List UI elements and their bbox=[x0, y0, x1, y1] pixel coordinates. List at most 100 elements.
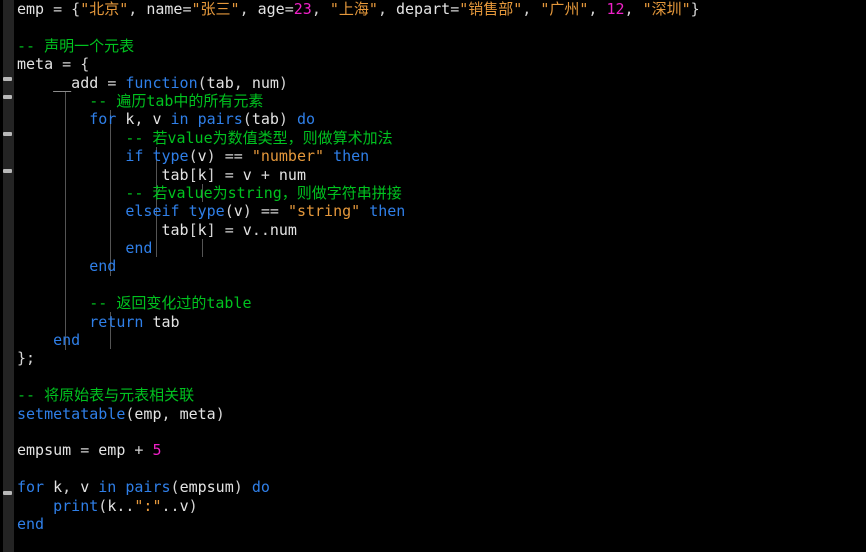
code-line-1[interactable]: emp = {"北京", name="张三", age=23, "上海", de… bbox=[14, 0, 700, 18]
token-str: "北京" bbox=[80, 0, 129, 18]
code-line-6[interactable]: -- 遍历tab中的所有元素 bbox=[14, 92, 700, 110]
code-line-16[interactable] bbox=[14, 276, 700, 294]
token-fn: pairs bbox=[197, 110, 243, 129]
token-plain: empsum bbox=[179, 478, 234, 497]
code-editor[interactable]: emp = {"北京", name="张三", age=23, "上海", de… bbox=[0, 0, 866, 552]
token-str: "销售部" bbox=[459, 0, 523, 18]
token-plain: k bbox=[197, 165, 207, 184]
token-fn: type bbox=[188, 202, 225, 221]
token-plain: depart bbox=[396, 0, 451, 18]
token-plain: v bbox=[152, 110, 171, 129]
fold-marker-for-pairs[interactable] bbox=[3, 132, 12, 136]
code-line-29[interactable]: end bbox=[14, 515, 700, 533]
token-punc: = bbox=[107, 73, 126, 92]
token-com: -- 声明一个元表 bbox=[17, 36, 135, 55]
token-punc: ] = bbox=[206, 165, 243, 184]
token-punc: ( bbox=[197, 73, 207, 92]
token-punc: .. bbox=[161, 496, 180, 515]
code-line-5[interactable]: __add = function(tab, num) bbox=[14, 74, 700, 92]
token-kw: do bbox=[296, 110, 316, 129]
fold-marker-if-type[interactable] bbox=[3, 169, 12, 173]
token-punc: .. bbox=[116, 496, 135, 515]
token-kw: end bbox=[125, 239, 153, 258]
token-plain: num bbox=[269, 220, 297, 239]
code-line-4[interactable]: meta = { bbox=[14, 55, 700, 73]
code-line-12[interactable]: elseif type(v) == "string" then bbox=[14, 202, 700, 220]
token-plain: v bbox=[233, 202, 243, 221]
token-kw: return bbox=[89, 312, 144, 331]
token-punc: ) == bbox=[242, 202, 288, 221]
code-line-13[interactable]: tab[k] = v..num bbox=[14, 221, 700, 239]
token-punc: = bbox=[80, 441, 99, 460]
token-punc: [ bbox=[188, 165, 198, 184]
code-line-25[interactable]: empsum = emp + 5 bbox=[14, 441, 700, 459]
token-punc: ) bbox=[278, 73, 288, 92]
token-com: -- 返回变化过的table bbox=[17, 294, 252, 313]
token-punc: , bbox=[522, 0, 541, 18]
code-line-26[interactable] bbox=[14, 460, 700, 478]
token-plain: tab bbox=[17, 165, 189, 184]
token-plain: v bbox=[242, 220, 252, 239]
token-kw: for bbox=[89, 110, 117, 129]
token-str: "深圳" bbox=[642, 0, 691, 18]
token-kw: elseif bbox=[125, 202, 180, 221]
code-line-3[interactable]: -- 声明一个元表 bbox=[14, 37, 700, 55]
token-punc: ) == bbox=[206, 147, 252, 166]
code-surface[interactable]: emp = {"北京", name="张三", age=23, "上海", de… bbox=[14, 0, 866, 552]
token-punc: ( bbox=[188, 147, 198, 166]
code-line-28[interactable]: print(k..":"..v) bbox=[14, 497, 700, 515]
token-punc: , bbox=[624, 0, 643, 18]
token-plain: tab bbox=[17, 220, 189, 239]
code-line-21[interactable] bbox=[14, 368, 700, 386]
code-line-27[interactable]: for k, v in pairs(empsum) do bbox=[14, 478, 700, 496]
code-line-9[interactable]: if type(v) == "number" then bbox=[14, 147, 700, 165]
token-com: -- 若value为数值类型，则做算术加法 bbox=[17, 128, 393, 147]
token-plain: v bbox=[242, 165, 261, 184]
token-kw: for bbox=[17, 478, 45, 497]
token-punc: ( bbox=[98, 496, 108, 515]
token-plain: tab bbox=[143, 312, 180, 331]
token-plain: num bbox=[251, 73, 279, 92]
token-punc: , bbox=[134, 110, 153, 129]
code-line-2[interactable] bbox=[14, 18, 700, 36]
code-content[interactable]: emp = {"北京", name="张三", age=23, "上海", de… bbox=[14, 0, 700, 533]
code-line-18[interactable]: return tab bbox=[14, 313, 700, 331]
token-kw: function bbox=[125, 73, 198, 92]
code-line-11[interactable]: -- 若value为string，则做字符串拼接 bbox=[14, 184, 700, 202]
token-num: 12 bbox=[606, 0, 625, 18]
code-line-20[interactable]: }; bbox=[14, 349, 700, 367]
code-line-15[interactable]: end bbox=[14, 257, 700, 275]
code-line-23[interactable]: setmetatable(emp, meta) bbox=[14, 405, 700, 423]
token-punc: , bbox=[161, 404, 180, 423]
token-plain: k bbox=[116, 110, 135, 129]
code-line-17[interactable]: -- 返回变化过的table bbox=[14, 294, 700, 312]
code-line-14[interactable]: end bbox=[14, 239, 700, 257]
token-punc: ) bbox=[278, 110, 297, 129]
token-punc: , bbox=[128, 0, 147, 18]
code-line-10[interactable]: tab[k] = v + num bbox=[14, 166, 700, 184]
token-punc: = { bbox=[53, 0, 81, 18]
token-plain: num bbox=[278, 165, 306, 184]
code-line-22[interactable]: -- 将原始表与元表相关联 bbox=[14, 386, 700, 404]
code-line-8[interactable]: -- 若value为数值类型，则做算术加法 bbox=[14, 129, 700, 147]
token-punc: [ bbox=[188, 220, 198, 239]
fold-marker-add-function[interactable] bbox=[3, 95, 12, 99]
token-kw: end bbox=[53, 331, 81, 350]
token-plain: meta bbox=[17, 55, 63, 74]
fold-marker-for-empsum[interactable] bbox=[3, 491, 12, 495]
code-line-7[interactable]: for k, v in pairs(tab) do bbox=[14, 110, 700, 128]
token-punc: ) bbox=[233, 478, 252, 497]
code-line-24[interactable] bbox=[14, 423, 700, 441]
code-line-19[interactable]: end bbox=[14, 331, 700, 349]
token-str: "string" bbox=[287, 202, 361, 221]
token-str: "广州" bbox=[540, 0, 589, 18]
fold-marker-meta[interactable] bbox=[3, 77, 12, 81]
token-punc: ) bbox=[188, 496, 198, 515]
token-punc: ( bbox=[170, 478, 180, 497]
token-plain: tab bbox=[251, 110, 279, 129]
